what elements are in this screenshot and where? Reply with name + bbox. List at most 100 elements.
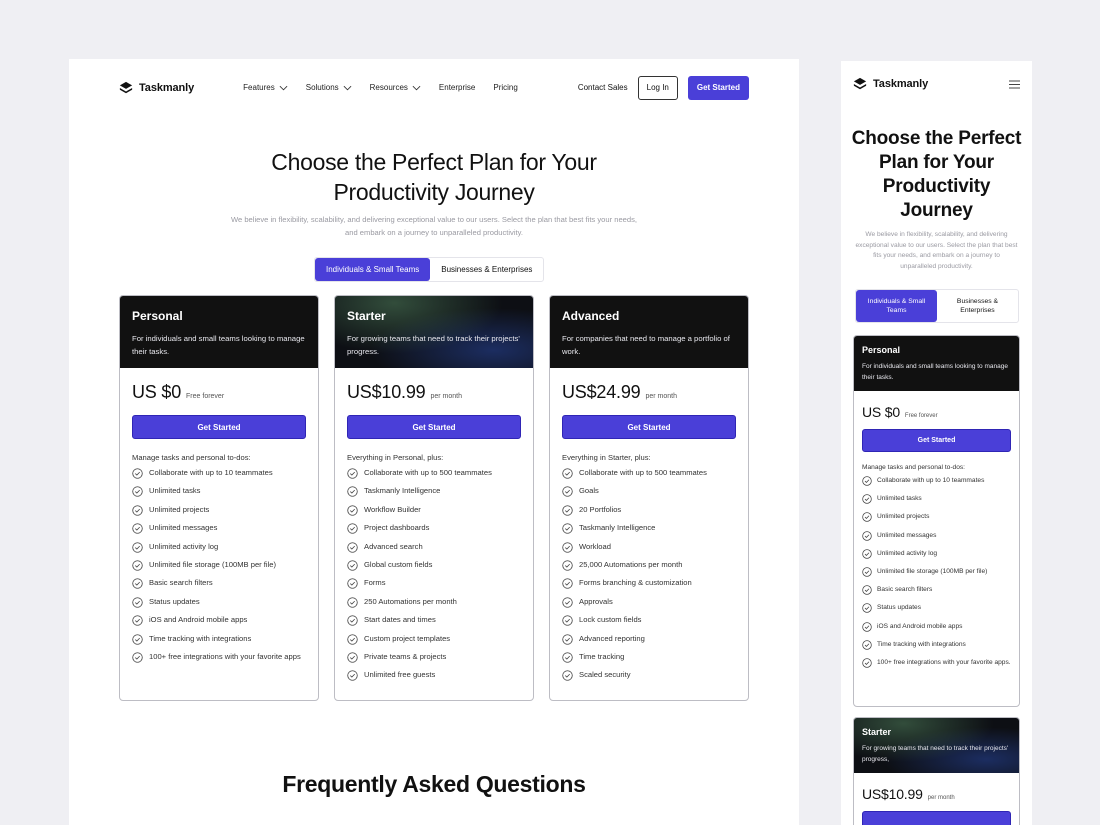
plan-name: Starter — [347, 309, 386, 323]
feature-item: Start dates and times — [347, 614, 521, 627]
feature-item: Collaborate with up to 10 teammates — [862, 476, 1011, 486]
plan-get-started-button[interactable]: Get Started — [347, 415, 521, 439]
check-circle-icon — [862, 476, 872, 486]
feature-item: 250 Automations per month — [347, 596, 521, 609]
plan-name: Personal — [132, 309, 183, 323]
feature-item: Basic search filters — [132, 577, 306, 590]
nav-enterprise[interactable]: Enterprise — [439, 83, 475, 92]
nav-features[interactable]: Features — [243, 83, 288, 92]
feature-item: Private teams & projects — [347, 651, 521, 664]
feature-text: Project dashboards — [364, 523, 430, 533]
brand-logo[interactable]: Taskmanly — [853, 77, 928, 91]
price-row: US$10.99 per month — [347, 382, 521, 403]
nav-resources[interactable]: Resources — [370, 83, 421, 92]
feature-text: Collaborate with up to 10 teammates — [149, 468, 273, 477]
feature-item: Status updates — [862, 603, 1011, 614]
pricing-cards: Personal For individuals and small teams… — [119, 295, 749, 701]
plan-price: US $0 — [132, 382, 182, 402]
feature-text: Private teams & projects — [364, 651, 447, 661]
plan-card-personal: Personal For individuals and small teams… — [119, 295, 319, 701]
check-circle-icon — [862, 621, 872, 632]
feature-item: Unlimited messages — [132, 522, 306, 535]
check-circle-icon — [862, 603, 872, 614]
feature-text: Forms branching & customization — [579, 578, 692, 588]
hamburger-menu-icon[interactable] — [1009, 80, 1020, 89]
check-circle-icon — [347, 486, 358, 498]
tab-individuals[interactable]: Individuals & Small Teams — [856, 290, 937, 322]
nav-features-label: Features — [243, 83, 275, 92]
feature-list: Collaborate with up to 500 teammates Task… — [347, 467, 521, 682]
check-circle-icon — [562, 670, 573, 681]
feature-text: Collaborate with up to 10 teammates — [877, 477, 985, 484]
feature-text: Unlimited file storage (100MB per file) — [877, 567, 988, 575]
check-circle-icon — [862, 494, 872, 504]
price-row: US$24.99 per month — [562, 382, 736, 403]
plan-price: US$10.99 — [347, 382, 426, 402]
page-title-line2: Productivity Journey — [333, 179, 535, 205]
feature-text: Taskmanly Intelligence — [579, 523, 656, 533]
features-intro: Manage tasks and personal to-dos: — [862, 464, 965, 471]
check-circle-icon — [132, 560, 143, 571]
check-circle-icon — [562, 523, 573, 534]
feature-item: 25,000 Automations per month — [562, 559, 736, 572]
feature-list: Collaborate with up to 10 teammates Unlim… — [132, 467, 306, 663]
feature-item: Status updates — [132, 596, 306, 609]
check-circle-icon — [132, 597, 143, 608]
tab-businesses[interactable]: Businesses & Enterprises — [937, 290, 1018, 322]
check-circle-icon — [562, 597, 573, 608]
feature-text: 20 Portfolios — [579, 504, 622, 514]
feature-item: Unlimited messages — [862, 530, 1011, 541]
feature-text: Workflow Builder — [364, 504, 421, 514]
feature-text: Unlimited activity log — [149, 541, 219, 551]
chevron-down-icon — [279, 85, 288, 90]
check-circle-icon — [347, 633, 358, 645]
check-circle-icon — [562, 505, 573, 516]
check-circle-icon — [132, 633, 143, 645]
feature-item: Unlimited activity log — [132, 541, 306, 554]
check-circle-icon — [132, 615, 143, 626]
check-circle-icon — [562, 468, 573, 479]
check-circle-icon — [347, 578, 358, 590]
feature-text: 250 Automations per month — [364, 596, 457, 606]
contact-sales-link[interactable]: Contact Sales — [578, 83, 628, 92]
tab-individuals[interactable]: Individuals & Small Teams — [315, 258, 431, 281]
nav-pricing[interactable]: Pricing — [493, 83, 517, 92]
price-row: US $0 Free forever — [132, 382, 306, 403]
feature-text: Basic search filters — [149, 578, 213, 588]
feature-text: iOS and Android mobile apps — [877, 622, 963, 630]
check-circle-icon — [132, 541, 143, 553]
plan-get-started-button[interactable]: Get Started — [132, 415, 306, 439]
faq-title: Frequently Asked Questions — [282, 771, 586, 797]
chevron-down-icon — [343, 85, 352, 90]
log-in-button[interactable]: Log In — [637, 75, 678, 100]
feature-text: Scaled security — [579, 670, 631, 680]
plan-get-started-button[interactable]: Get Started — [862, 429, 1011, 452]
plan-header: Advanced For companies that need to mana… — [550, 296, 748, 368]
mobile-pricing-page: Taskmanly Choose the Perfect Plan for Yo… — [841, 61, 1032, 825]
plan-header: Personal For individuals and small teams… — [854, 336, 1019, 391]
brand-name: Taskmanly — [873, 78, 929, 90]
check-circle-icon — [132, 523, 143, 534]
feature-item: Unlimited tasks — [862, 494, 1011, 504]
plan-get-started-button[interactable]: Get Started — [562, 415, 736, 439]
feature-text: Time tracking — [579, 651, 625, 661]
check-circle-icon — [562, 486, 573, 498]
page-title-line1: Choose the Perfect Plan for Your — [271, 149, 597, 175]
brand-logo[interactable]: Taskmanly — [119, 81, 194, 95]
tab-businesses[interactable]: Businesses & Enterprises — [430, 258, 543, 281]
check-circle-icon — [347, 615, 358, 626]
plan-get-started-button[interactable] — [862, 811, 1011, 825]
feature-item: Scaled security — [562, 669, 736, 682]
check-circle-icon — [562, 652, 573, 663]
feature-item: Project dashboards — [347, 522, 521, 535]
feature-item: Unlimited activity log — [862, 549, 1011, 559]
feature-item: Advanced search — [347, 541, 521, 554]
get-started-button[interactable]: Get Started — [687, 75, 749, 100]
plan-card-starter: Starter For growing teams that need to t… — [334, 295, 534, 701]
feature-text: Advanced search — [364, 541, 423, 551]
nav-solutions[interactable]: Solutions — [306, 83, 352, 92]
check-circle-icon — [132, 652, 143, 663]
audience-toggle: Individuals & Small Teams Businesses & E… — [314, 257, 545, 282]
feature-list: Collaborate with up to 500 teammates Goal… — [562, 467, 736, 682]
check-circle-icon — [862, 567, 872, 577]
